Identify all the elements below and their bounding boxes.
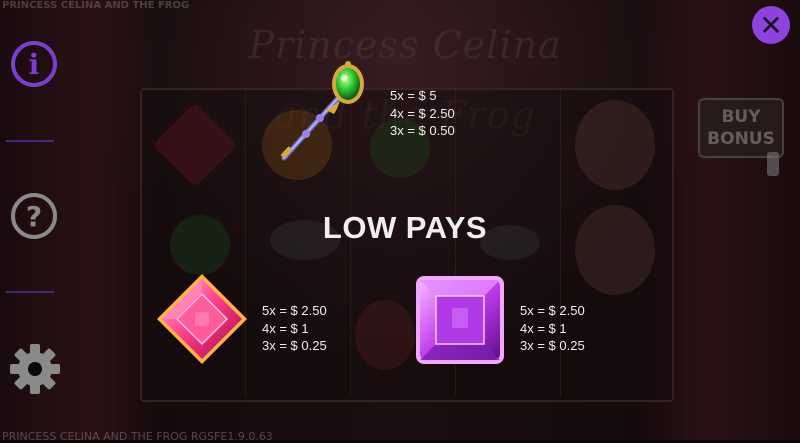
pay-line-4x: 4x = $ 1 xyxy=(520,320,567,336)
green-gem-scepter-icon xyxy=(280,61,364,161)
pay-line-5x: 5x = $ 5 xyxy=(390,88,437,103)
pink-diamond-gem-icon xyxy=(157,274,247,364)
pay-line-4x: 4x = $ 1 xyxy=(262,320,309,336)
pay-line-5x: 5x = $ 2.50 xyxy=(262,303,327,318)
purple-gem-pays: 5x = $ 2.50 4x = $ 1 3x = $ 0.25 xyxy=(520,302,585,355)
purple-gem-symbol xyxy=(414,274,506,366)
pink-gem-symbol xyxy=(155,272,249,366)
purple-square-gem-icon xyxy=(416,276,504,364)
pay-line-3x: 3x = $ 0.25 xyxy=(520,338,585,353)
pay-line-3x: 3x = $ 0.50 xyxy=(390,123,455,138)
pink-gem-pays: 5x = $ 2.50 4x = $ 1 3x = $ 0.25 xyxy=(262,302,327,355)
pay-line-4x: 4x = $ 2.50 xyxy=(390,105,455,121)
pay-line-5x: 5x = $ 2.50 xyxy=(520,303,585,318)
scepter-pays: 5x = $ 5 4x = $ 2.50 3x = $ 0.50 xyxy=(390,87,455,140)
paytable-panel: 5x = $ 5 4x = $ 2.50 3x = $ 0.50 LOW PAY… xyxy=(0,0,800,440)
pay-line-3x: 3x = $ 0.25 xyxy=(262,338,327,353)
scepter-symbol xyxy=(268,58,378,168)
paytable-heading: LOW PAYS xyxy=(322,210,488,245)
